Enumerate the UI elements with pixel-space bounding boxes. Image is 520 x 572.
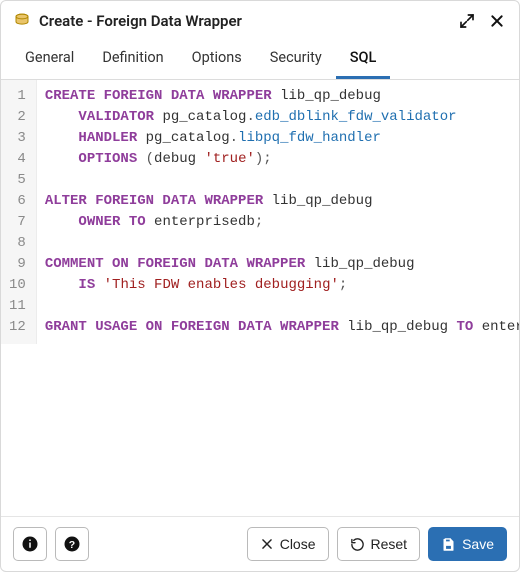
maximize-button[interactable] xyxy=(457,11,477,31)
line-number-gutter: 123456789101112 xyxy=(1,80,37,344)
tab-general[interactable]: General xyxy=(11,39,88,79)
titlebar: Create - Foreign Data Wrapper xyxy=(1,1,519,39)
reset-label: Reset xyxy=(371,536,408,552)
dialog-title: Create - Foreign Data Wrapper xyxy=(39,12,242,30)
help-button[interactable]: ? xyxy=(55,527,89,561)
title-actions xyxy=(457,11,507,31)
sql-editor[interactable]: 123456789101112 CREATE FOREIGN DATA WRAP… xyxy=(1,80,519,516)
save-label: Save xyxy=(462,536,494,552)
svg-text:?: ? xyxy=(69,539,75,551)
tab-definition[interactable]: Definition xyxy=(88,39,177,79)
code-content[interactable]: CREATE FOREIGN DATA WRAPPER lib_qp_debug… xyxy=(37,80,519,344)
reset-icon xyxy=(350,537,365,552)
tab-security[interactable]: Security xyxy=(256,39,336,79)
dialog-create-foreign-data-wrapper: Create - Foreign Data Wrapper General De… xyxy=(0,0,520,572)
title-group: Create - Foreign Data Wrapper xyxy=(13,12,449,30)
tabs: General Definition Options Security SQL xyxy=(1,39,519,80)
save-button[interactable]: Save xyxy=(428,527,507,561)
dialog-footer: ? Close Reset Save xyxy=(1,516,519,571)
info-button[interactable] xyxy=(13,527,47,561)
close-footer-button[interactable]: Close xyxy=(247,527,329,561)
close-label: Close xyxy=(280,536,316,552)
close-button[interactable] xyxy=(487,11,507,31)
tab-options[interactable]: Options xyxy=(178,39,256,79)
close-icon xyxy=(260,537,274,551)
reset-button[interactable]: Reset xyxy=(337,527,421,561)
tab-sql[interactable]: SQL xyxy=(336,39,391,79)
save-icon xyxy=(441,537,456,552)
fdw-icon xyxy=(13,12,31,30)
